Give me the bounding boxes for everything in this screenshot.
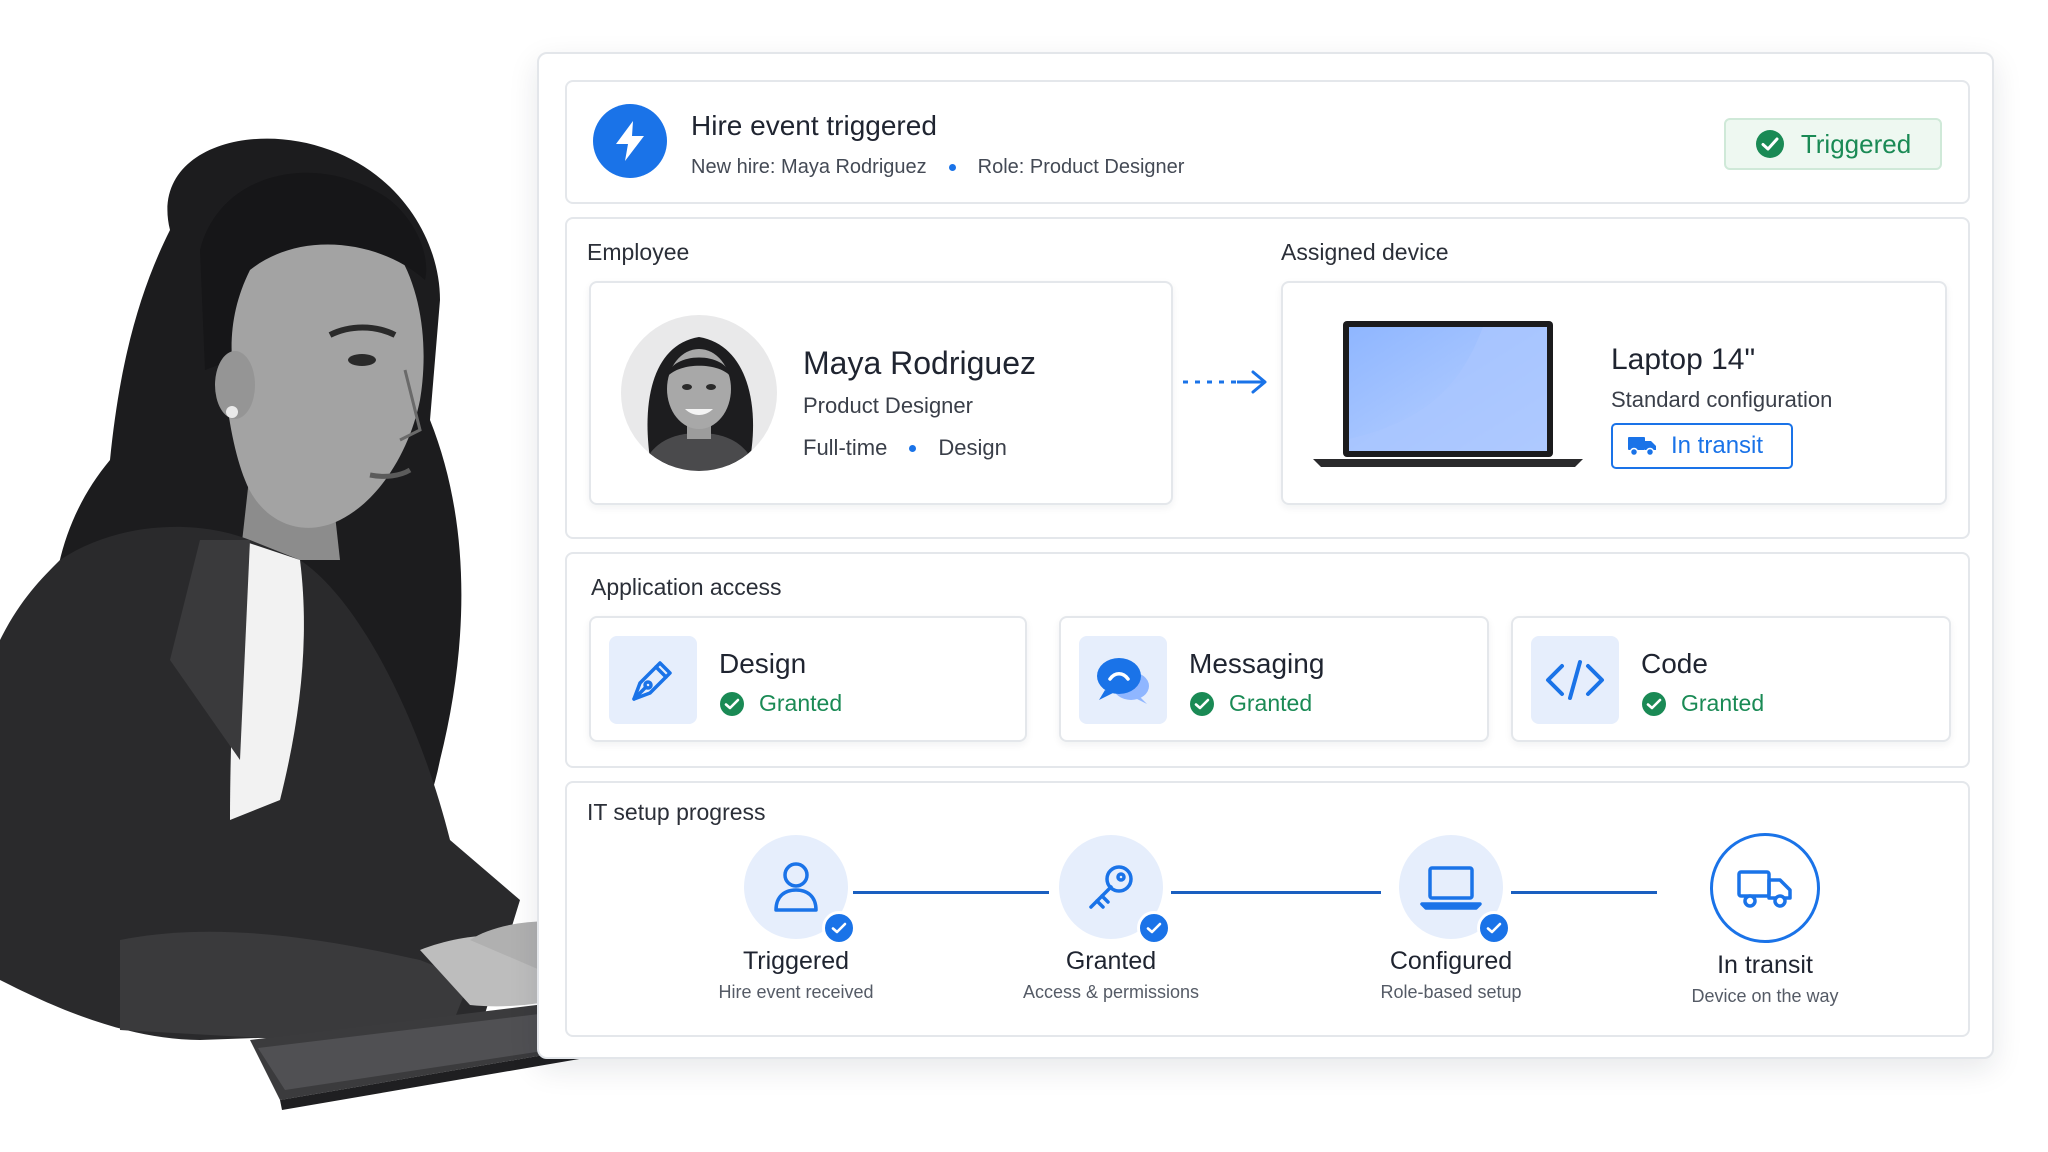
avatar bbox=[621, 315, 777, 471]
truck-icon bbox=[1710, 833, 1820, 943]
app-status-text: Granted bbox=[759, 690, 843, 716]
app-name: Messaging bbox=[1189, 648, 1325, 679]
step-label: In transit bbox=[1717, 951, 1813, 979]
app-status: Granted bbox=[1641, 690, 1764, 717]
separator-dot bbox=[948, 164, 956, 171]
app-status-text: Granted bbox=[1229, 690, 1313, 716]
check-icon bbox=[1137, 911, 1171, 945]
onboarding-panel: Hire event triggered New hire: Maya Rodr… bbox=[537, 52, 1994, 1059]
assigned-device-heading: Assigned device bbox=[1281, 239, 1449, 265]
arrow-right-icon bbox=[1183, 370, 1267, 394]
step-sub: Access & permissions bbox=[1022, 982, 1200, 1002]
hire-event-title: Hire event triggered bbox=[691, 110, 937, 141]
in-transit-text: In transit bbox=[1671, 432, 1764, 459]
triggered-status-text: Triggered bbox=[1800, 128, 1912, 159]
department: Design bbox=[938, 435, 1007, 460]
step-sub: Role-based setup bbox=[1380, 982, 1522, 1002]
step-sub: Hire event received bbox=[718, 982, 874, 1002]
employee-heading: Employee bbox=[587, 239, 690, 265]
truck-icon bbox=[1628, 437, 1656, 457]
progress-step-granted[interactable]: Granted Access & permissions bbox=[991, 835, 1231, 1003]
it-setup-progress-heading: IT setup progress bbox=[587, 799, 766, 825]
app-name: Code bbox=[1641, 648, 1708, 679]
role-label: Role: Product Designer bbox=[977, 156, 1185, 178]
progress-step-in-transit[interactable]: In transit Device on the way bbox=[1645, 833, 1885, 1007]
check-circle-icon bbox=[1642, 691, 1666, 716]
employee-name: Maya Rodriguez bbox=[803, 345, 1036, 381]
check-icon bbox=[822, 911, 856, 945]
step-label: Configured bbox=[1389, 947, 1513, 975]
new-hire-label: New hire: Maya Rodriguez bbox=[691, 156, 927, 178]
app-status: Granted bbox=[719, 690, 842, 717]
pen-nib-icon bbox=[609, 636, 697, 724]
employee-meta: Full-time Design bbox=[803, 435, 1007, 461]
user-icon bbox=[744, 835, 856, 945]
device-card[interactable]: Laptop 14" Standard configuration In tra… bbox=[1281, 281, 1947, 505]
separator-dot bbox=[909, 444, 917, 452]
employee-device-section: Employee Assigned device Maya Rodriguez … bbox=[565, 217, 1970, 539]
app-card-messaging[interactable]: Messaging Granted bbox=[1059, 616, 1489, 742]
device-name: Laptop 14" bbox=[1611, 343, 1756, 376]
device-config: Standard configuration bbox=[1611, 387, 1833, 412]
check-circle-icon bbox=[1190, 691, 1214, 716]
step-sub: Device on the way bbox=[1691, 986, 1839, 1006]
check-circle-icon bbox=[1755, 130, 1784, 158]
app-status-text: Granted bbox=[1681, 690, 1765, 716]
app-name: Design bbox=[719, 648, 807, 679]
application-access-heading: Application access bbox=[591, 574, 782, 600]
employee-role: Product Designer bbox=[803, 393, 973, 418]
triggered-status-badge: Triggered bbox=[1724, 118, 1942, 170]
key-icon bbox=[1059, 835, 1171, 945]
app-card-code[interactable]: Code Granted bbox=[1511, 616, 1951, 742]
laptop-illustration bbox=[1313, 321, 1583, 467]
lightning-bolt-icon bbox=[593, 104, 667, 178]
step-label: Granted bbox=[1065, 947, 1157, 975]
laptop-icon bbox=[1399, 835, 1511, 945]
code-brackets-icon bbox=[1531, 636, 1619, 724]
step-label: Triggered bbox=[742, 947, 850, 975]
progress-step-configured[interactable]: Configured Role-based setup bbox=[1331, 835, 1571, 1003]
employee-card[interactable]: Maya Rodriguez Product Designer Full-tim… bbox=[589, 281, 1173, 505]
app-card-design[interactable]: Design Granted bbox=[589, 616, 1027, 742]
check-circle-icon bbox=[720, 691, 744, 716]
employment-type: Full-time bbox=[803, 435, 888, 460]
check-icon bbox=[1477, 911, 1511, 945]
chat-bubble-icon bbox=[1079, 636, 1167, 724]
hire-event-card: Hire event triggered New hire: Maya Rodr… bbox=[565, 80, 1970, 204]
progress-step-triggered[interactable]: Triggered Hire event received bbox=[676, 835, 916, 1003]
application-access-section: Application access Design Granted Messag… bbox=[565, 552, 1970, 768]
it-setup-progress-section: IT setup progress Triggered Hire event r… bbox=[565, 781, 1970, 1037]
app-status: Granted bbox=[1189, 690, 1312, 717]
in-transit-badge: In transit bbox=[1611, 423, 1793, 469]
hire-event-details: New hire: Maya Rodriguez Role: Product D… bbox=[691, 156, 1184, 179]
